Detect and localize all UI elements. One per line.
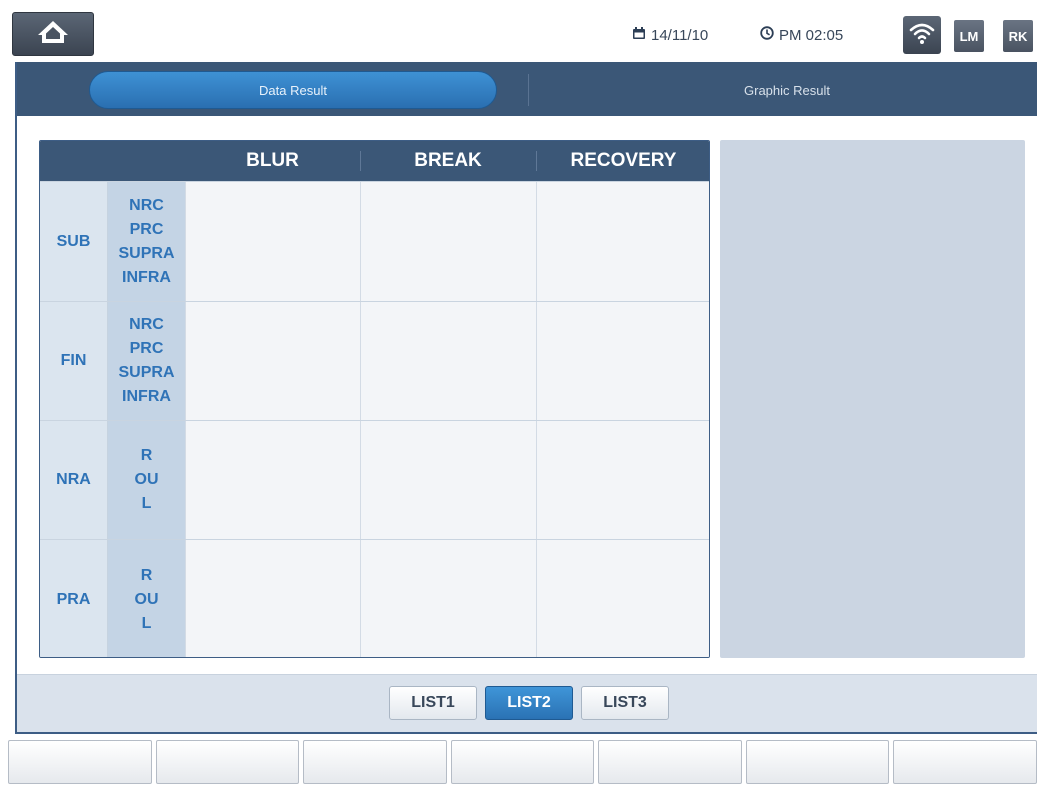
sub-label: R: [140, 566, 153, 584]
row-group-label: FIN: [40, 302, 108, 420]
row-sub-labels: NRC PRC SUPRA INFRA: [108, 302, 185, 420]
wifi-icon: [909, 21, 935, 50]
row-group-label: SUB: [40, 182, 108, 301]
row-sub-labels: R OU L: [108, 421, 185, 539]
sub-label: NRC: [129, 196, 164, 214]
calendar-icon: [632, 26, 646, 44]
table-row: PRA R OU L: [40, 539, 709, 657]
sub-label: R: [140, 447, 153, 464]
table-header: BLUR BREAK RECOVERY: [40, 141, 709, 181]
row-sub-labels: R OU L: [108, 540, 185, 657]
sub-label: INFRA: [122, 388, 171, 405]
column-header-blur: BLUR: [246, 150, 299, 171]
tab-data-result[interactable]: Data Result: [89, 71, 497, 109]
graphic-panel: [720, 140, 1025, 658]
rk-badge[interactable]: RK: [1003, 20, 1033, 52]
wifi-button[interactable]: [903, 16, 941, 54]
time-display: PM 02:05: [760, 26, 843, 44]
list-selector-bar: LIST1 LIST2 LIST3: [17, 674, 1037, 732]
table-row: NRA R OU L: [40, 420, 709, 539]
lm-badge[interactable]: LM: [954, 20, 984, 52]
home-button[interactable]: [12, 12, 94, 56]
data-cell-blur: [185, 540, 360, 657]
list3-button[interactable]: LIST3: [581, 686, 669, 720]
data-cell-break: [360, 302, 536, 420]
result-table: BLUR BREAK RECOVERY SUB NRC PRC SUPRA IN…: [39, 140, 710, 658]
row-sub-labels: NRC PRC SUPRA INFRA: [108, 182, 185, 301]
tab-graphic-result[interactable]: Graphic Result: [637, 71, 937, 109]
soft-key-3[interactable]: [303, 740, 447, 784]
data-cell-break: [360, 182, 536, 301]
soft-key-bar: [8, 740, 1037, 785]
column-header-break: BREAK: [414, 150, 482, 171]
sub-label: SUPRA: [118, 364, 175, 381]
soft-key-2[interactable]: [155, 740, 300, 784]
soft-key-7[interactable]: [893, 740, 1037, 784]
sub-label: L: [141, 614, 152, 632]
date-text: 14/11/10: [651, 26, 709, 44]
main-frame: Data Result Graphic Result BLUR BREAK RE…: [15, 62, 1037, 734]
data-cell-blur: [185, 421, 360, 539]
table-row: FIN NRC PRC SUPRA INFRA: [40, 301, 709, 420]
row-group-label: NRA: [40, 421, 108, 539]
soft-key-4[interactable]: [450, 740, 595, 784]
sub-label: INFRA: [122, 268, 171, 286]
tab-bar: Data Result Graphic Result: [17, 62, 1037, 116]
sub-label: SUPRA: [118, 244, 175, 262]
home-icon: [36, 19, 70, 50]
screen: 14/11/10 PM 02:05 LM RK Data Result Grap…: [0, 0, 1037, 785]
row-group-label: PRA: [40, 540, 108, 657]
sub-label: NRC: [129, 316, 164, 333]
data-cell-blur: [185, 302, 360, 420]
sub-label: L: [141, 495, 152, 512]
tab-divider: [528, 74, 529, 106]
list2-button[interactable]: LIST2: [485, 686, 573, 720]
status-bar: 14/11/10 PM 02:05 LM RK: [0, 0, 1037, 62]
date-display: 14/11/10: [632, 26, 708, 44]
data-cell-recovery: [536, 182, 709, 301]
soft-key-1[interactable]: [8, 740, 152, 784]
clock-icon: [760, 26, 774, 44]
column-header-recovery: RECOVERY: [570, 150, 677, 171]
sub-label: OU: [134, 471, 159, 488]
data-cell-recovery: [536, 540, 709, 657]
data-cell-recovery: [536, 421, 709, 539]
data-cell-break: [360, 540, 536, 657]
table-row: SUB NRC PRC SUPRA INFRA: [40, 181, 709, 301]
sub-label: PRC: [129, 340, 164, 357]
sub-label: PRC: [129, 220, 164, 238]
list1-button[interactable]: LIST1: [389, 686, 477, 720]
sub-label: OU: [134, 590, 159, 608]
time-text: PM 02:05: [779, 26, 844, 44]
soft-key-5[interactable]: [598, 740, 742, 784]
data-cell-blur: [185, 182, 360, 301]
data-cell-recovery: [536, 302, 709, 420]
data-cell-break: [360, 421, 536, 539]
soft-key-6[interactable]: [745, 740, 890, 784]
